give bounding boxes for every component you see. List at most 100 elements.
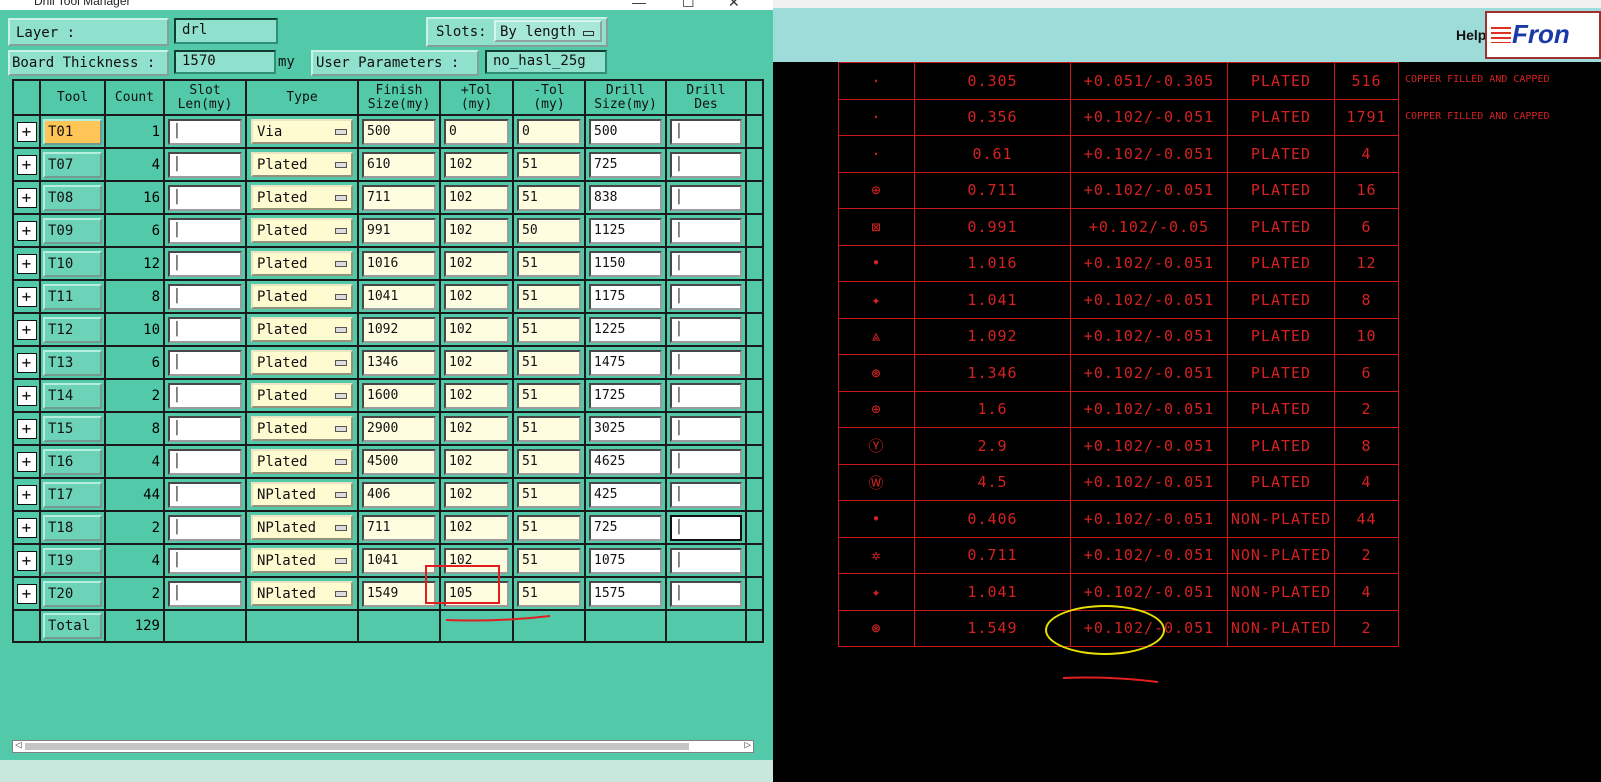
- type-dropdown[interactable]: Plated: [251, 251, 353, 276]
- expand-icon[interactable]: +: [16, 286, 37, 307]
- plus-tol-input[interactable]: 102: [444, 382, 509, 409]
- slot-len-input[interactable]: │: [168, 415, 242, 442]
- expand-icon[interactable]: +: [16, 550, 37, 571]
- expand-icon[interactable]: +: [16, 517, 37, 538]
- user-parameters-button[interactable]: User Parameters :: [311, 50, 479, 76]
- slot-len-input[interactable]: │: [168, 250, 242, 277]
- drill-des-input[interactable]: │: [670, 349, 742, 376]
- drill-des-input[interactable]: │: [670, 250, 742, 277]
- minus-tol-input[interactable]: 51: [517, 250, 581, 277]
- type-dropdown[interactable]: Plated: [251, 449, 353, 474]
- plus-tol-input[interactable]: 102: [444, 514, 509, 541]
- drill-size-input[interactable]: 1725: [589, 382, 662, 409]
- slot-len-input[interactable]: │: [168, 547, 242, 574]
- minus-tol-input[interactable]: 51: [517, 151, 581, 178]
- finish-size-input[interactable]: 1600: [362, 382, 436, 409]
- slots-dropdown[interactable]: By length: [494, 20, 602, 42]
- minus-tol-input[interactable]: 51: [517, 184, 581, 211]
- finish-size-input[interactable]: 610: [362, 151, 436, 178]
- close-icon[interactable]: ✕: [728, 0, 740, 11]
- minus-tol-input[interactable]: 51: [517, 481, 581, 508]
- drill-size-input[interactable]: 1225: [589, 316, 662, 343]
- drill-des-input[interactable]: │: [670, 151, 742, 178]
- drill-size-input[interactable]: 500: [589, 118, 662, 145]
- plus-tol-input[interactable]: 102: [444, 349, 509, 376]
- type-dropdown[interactable]: Plated: [251, 383, 353, 408]
- minus-tol-input[interactable]: 51: [517, 283, 581, 310]
- drill-size-input[interactable]: 1175: [589, 283, 662, 310]
- tool-button[interactable]: T16: [43, 448, 102, 475]
- drill-des-input[interactable]: │: [670, 415, 742, 442]
- minimize-icon[interactable]: —: [632, 0, 646, 10]
- finish-size-input[interactable]: 2900: [362, 415, 436, 442]
- type-dropdown[interactable]: NPlated: [251, 482, 353, 507]
- tool-button[interactable]: T07: [43, 151, 102, 178]
- plus-tol-input[interactable]: 102: [444, 481, 509, 508]
- slot-len-input[interactable]: │: [168, 481, 242, 508]
- slot-len-input[interactable]: │: [168, 283, 242, 310]
- slot-len-input[interactable]: │: [168, 118, 242, 145]
- finish-size-input[interactable]: 711: [362, 184, 436, 211]
- type-dropdown[interactable]: NPlated: [251, 581, 353, 606]
- drill-size-input[interactable]: 1575: [589, 580, 662, 607]
- tool-button[interactable]: T10: [43, 250, 102, 277]
- tool-button[interactable]: T19: [43, 547, 102, 574]
- drill-des-input[interactable]: │: [670, 283, 742, 310]
- drill-size-input[interactable]: 725: [589, 151, 662, 178]
- slot-len-input[interactable]: │: [168, 316, 242, 343]
- plus-tol-input[interactable]: 102: [444, 250, 509, 277]
- drill-des-input[interactable]: │: [670, 448, 742, 475]
- minus-tol-input[interactable]: 51: [517, 415, 581, 442]
- minus-tol-input[interactable]: 50: [517, 217, 581, 244]
- finish-size-input[interactable]: 1346: [362, 349, 436, 376]
- user-parameters-field[interactable]: no_hasl_25g: [485, 50, 607, 74]
- tool-button[interactable]: T01: [43, 118, 102, 145]
- slot-len-input[interactable]: │: [168, 514, 242, 541]
- finish-size-input[interactable]: 4500: [362, 448, 436, 475]
- minus-tol-input[interactable]: 51: [517, 349, 581, 376]
- tool-button[interactable]: T18: [43, 514, 102, 541]
- layer-field[interactable]: drl: [174, 18, 278, 44]
- finish-size-input[interactable]: 1092: [362, 316, 436, 343]
- expand-icon[interactable]: +: [16, 121, 37, 142]
- tool-button[interactable]: T08: [43, 184, 102, 211]
- drill-size-input[interactable]: 1150: [589, 250, 662, 277]
- type-dropdown[interactable]: Plated: [251, 152, 353, 177]
- type-dropdown[interactable]: Plated: [251, 185, 353, 210]
- expand-icon[interactable]: +: [16, 484, 37, 505]
- expand-icon[interactable]: +: [16, 583, 37, 604]
- type-dropdown[interactable]: Plated: [251, 284, 353, 309]
- slot-len-input[interactable]: │: [168, 448, 242, 475]
- slot-len-input[interactable]: │: [168, 217, 242, 244]
- drill-size-input[interactable]: 4625: [589, 448, 662, 475]
- finish-size-input[interactable]: 711: [362, 514, 436, 541]
- drill-des-input[interactable]: │: [670, 481, 742, 508]
- maximize-icon[interactable]: ☐: [682, 0, 695, 11]
- tool-button[interactable]: T17: [43, 481, 102, 508]
- drill-des-input[interactable]: │: [670, 547, 742, 574]
- scroll-left-icon[interactable]: ◁: [15, 738, 22, 751]
- tool-button[interactable]: T09: [43, 217, 102, 244]
- drill-des-input[interactable]: │: [670, 514, 742, 541]
- expand-icon[interactable]: +: [16, 418, 37, 439]
- minus-tol-input[interactable]: 0: [517, 118, 581, 145]
- drill-size-input[interactable]: 1475: [589, 349, 662, 376]
- type-dropdown[interactable]: NPlated: [251, 548, 353, 573]
- plus-tol-input[interactable]: 0: [444, 118, 509, 145]
- expand-icon[interactable]: +: [16, 253, 37, 274]
- plus-tol-input[interactable]: 102: [444, 283, 509, 310]
- help-menu[interactable]: Help: [1456, 27, 1486, 43]
- scroll-right-icon[interactable]: ▷: [744, 738, 751, 751]
- drill-des-input[interactable]: │: [670, 382, 742, 409]
- drill-des-input[interactable]: │: [670, 118, 742, 145]
- tool-button[interactable]: T14: [43, 382, 102, 409]
- tool-button[interactable]: T12: [43, 316, 102, 343]
- scrollbar-thumb[interactable]: [25, 743, 689, 750]
- minus-tol-input[interactable]: 51: [517, 580, 581, 607]
- expand-icon[interactable]: +: [16, 451, 37, 472]
- type-dropdown[interactable]: Plated: [251, 317, 353, 342]
- expand-icon[interactable]: +: [16, 385, 37, 406]
- slot-len-input[interactable]: │: [168, 382, 242, 409]
- type-dropdown[interactable]: Via: [251, 119, 353, 144]
- horizontal-scrollbar[interactable]: ◁ ▷: [12, 738, 754, 753]
